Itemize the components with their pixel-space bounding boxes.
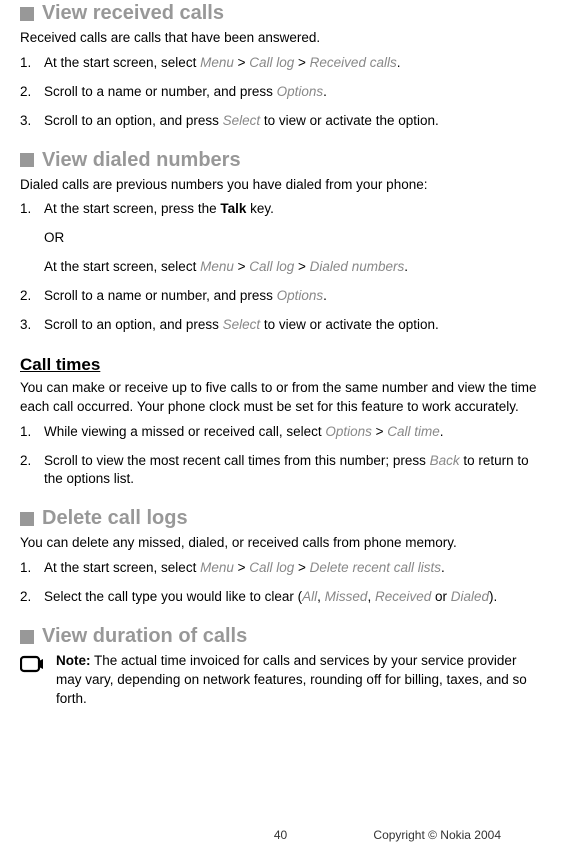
step-text: Scroll to an option, and press Select to… xyxy=(44,112,541,131)
step-text: At the start screen, select Menu > Call … xyxy=(44,559,541,578)
step-dialed-1: 1. At the start screen, press the Talk k… xyxy=(20,200,541,219)
step-text: While viewing a missed or received call,… xyxy=(44,423,541,442)
step-text: Scroll to an option, and press Select to… xyxy=(44,316,541,335)
intro-received: Received calls are calls that have been … xyxy=(20,29,541,48)
step-number: 1. xyxy=(20,559,44,578)
step-received-1: 1. At the start screen, select Menu > Ca… xyxy=(20,54,541,73)
step-text: At the start screen, select Menu > Call … xyxy=(44,54,541,73)
step-number: 2. xyxy=(20,588,44,607)
step-number: 3. xyxy=(20,316,44,335)
step-text: Scroll to a name or number, and press Op… xyxy=(44,83,541,102)
section-heading-dialed: View dialed numbers xyxy=(20,149,541,172)
step-number: 3. xyxy=(20,112,44,131)
step-dialed-2: 2. Scroll to a name or number, and press… xyxy=(20,287,541,306)
step-received-3: 3. Scroll to an option, and press Select… xyxy=(20,112,541,131)
step-calltimes-2: 2. Scroll to view the most recent call t… xyxy=(20,452,541,490)
step-calltimes-1: 1. While viewing a missed or received ca… xyxy=(20,423,541,442)
square-bullet-icon xyxy=(20,7,34,21)
heading-dialed: View dialed numbers xyxy=(42,149,241,172)
section-heading-duration: View duration of calls xyxy=(20,625,541,648)
section-heading-delete: Delete call logs xyxy=(20,507,541,530)
heading-received: View received calls xyxy=(42,2,224,25)
heading-duration: View duration of calls xyxy=(42,625,247,648)
step-number: 2. xyxy=(20,452,44,490)
page-number: 40 xyxy=(274,828,287,842)
step-number: 1. xyxy=(20,200,44,219)
step-number: 2. xyxy=(20,83,44,102)
intro-dialed: Dialed calls are previous numbers you ha… xyxy=(20,176,541,195)
step-number: 1. xyxy=(20,54,44,73)
step-dialed-1b: At the start screen, select Menu > Call … xyxy=(44,258,541,277)
intro-delete: You can delete any missed, dialed, or re… xyxy=(20,534,541,553)
intro-calltimes: You can make or receive up to five calls… xyxy=(20,379,541,417)
step-text: Scroll to a name or number, and press Op… xyxy=(44,287,541,306)
step-number: 1. xyxy=(20,423,44,442)
subheading-call-times: Call times xyxy=(20,355,541,375)
note-block: Note: The actual time invoiced for calls… xyxy=(20,652,541,709)
step-text: Scroll to view the most recent call time… xyxy=(44,452,541,490)
step-delete-2: 2. Select the call type you would like t… xyxy=(20,588,541,607)
step-delete-1: 1. At the start screen, select Menu > Ca… xyxy=(20,559,541,578)
square-bullet-icon xyxy=(20,630,34,644)
heading-delete: Delete call logs xyxy=(42,507,188,530)
note-icon xyxy=(20,652,56,709)
square-bullet-icon xyxy=(20,512,34,526)
note-text: Note: The actual time invoiced for calls… xyxy=(56,652,541,709)
step-text: Select the call type you would like to c… xyxy=(44,588,541,607)
square-bullet-icon xyxy=(20,153,34,167)
or-text: OR xyxy=(44,229,541,248)
section-heading-received: View received calls xyxy=(20,0,541,25)
step-text: At the start screen, press the Talk key. xyxy=(44,200,541,219)
step-dialed-3: 3. Scroll to an option, and press Select… xyxy=(20,316,541,335)
copyright-text: Copyright © Nokia 2004 xyxy=(373,828,501,842)
step-number: 2. xyxy=(20,287,44,306)
step-received-2: 2. Scroll to a name or number, and press… xyxy=(20,83,541,102)
